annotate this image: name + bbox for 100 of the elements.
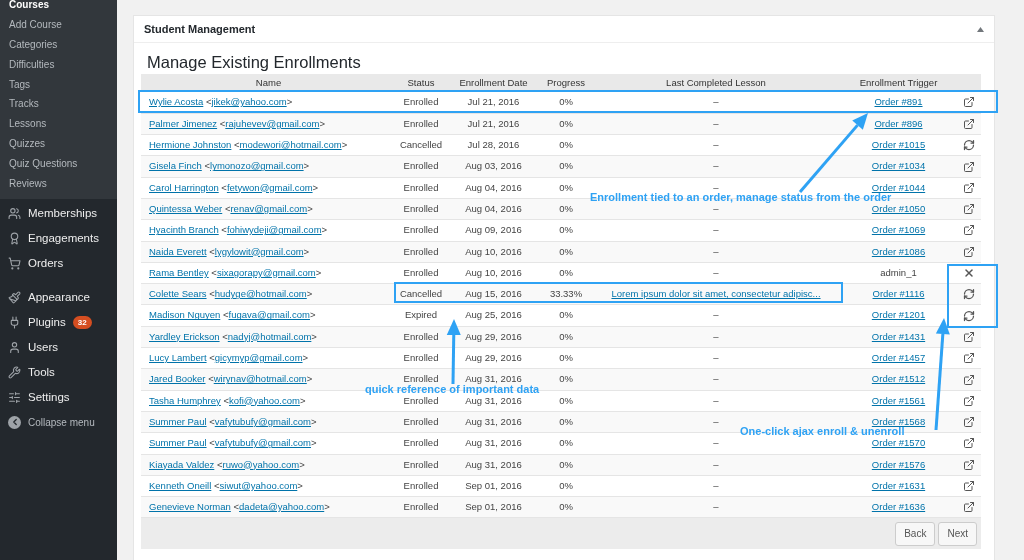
email-link[interactable]: renav@gmail.com: [230, 203, 308, 214]
external-link-icon[interactable]: [962, 330, 975, 343]
student-link[interactable]: Yardley Erickson: [149, 330, 220, 342]
submenu-item[interactable]: Quizzes: [0, 133, 117, 154]
submenu-item[interactable]: Difficulties: [0, 54, 117, 75]
menu-item[interactable]: Orders: [28, 254, 64, 273]
email-link[interactable]: siwut@yahoo.com: [219, 479, 298, 491]
caret-up-icon[interactable]: [977, 26, 984, 32]
external-link-icon[interactable]: [962, 416, 975, 429]
external-link-icon[interactable]: [962, 501, 975, 514]
external-link-icon[interactable]: [962, 224, 975, 237]
student-link[interactable]: Colette Sears: [149, 288, 207, 300]
external-link-icon[interactable]: [962, 480, 975, 492]
order-link[interactable]: Order #1050: [871, 203, 926, 214]
order-link[interactable]: Order #1576: [871, 458, 926, 470]
email-link[interactable]: kofi@yahoo.com: [229, 394, 300, 406]
student-link[interactable]: Palmer Jimenez: [149, 117, 218, 129]
sync-icon[interactable]: [962, 288, 975, 301]
lesson-link[interactable]: Lorem ipsum dolor sit amet, consectetur adipisc...: [611, 288, 821, 300]
student-link[interactable]: Rama Bentley: [149, 266, 209, 278]
order-link[interactable]: Order #1034: [871, 160, 926, 172]
student-link[interactable]: Gisela Finch: [149, 160, 202, 172]
student-link[interactable]: Kiayada Valdez: [149, 458, 215, 470]
order-link[interactable]: Order #1044: [871, 181, 926, 193]
order-link[interactable]: Order #1568: [871, 415, 926, 427]
menu-item[interactable]: Engagements: [28, 229, 99, 248]
email-link[interactable]: vafytubufy@gmail.com: [214, 415, 311, 427]
order-link[interactable]: Order #1069: [871, 224, 926, 236]
order-link[interactable]: Order #1457: [871, 352, 926, 364]
menu-item[interactable]: Tools: [28, 363, 55, 382]
order-link[interactable]: Order #1561: [871, 394, 926, 406]
email-link[interactable]: vafytubufy@gmail.com: [214, 437, 311, 449]
external-link-icon[interactable]: [962, 437, 975, 450]
email-link[interactable]: gicymyp@gmail.com: [214, 352, 303, 364]
menu-item[interactable]: Settings: [28, 388, 70, 407]
submenu-item[interactable]: Reviews: [0, 173, 117, 193]
order-link[interactable]: Order #1636: [871, 501, 926, 513]
submenu-item[interactable]: Tags: [0, 74, 117, 94]
student-link[interactable]: Wylie Acosta: [149, 96, 204, 108]
external-link-icon[interactable]: [962, 117, 975, 130]
order-link[interactable]: Order #1116: [872, 288, 925, 300]
student-link[interactable]: Carol Harrington: [149, 181, 219, 193]
email-link[interactable]: dadeta@yahoo.com: [239, 501, 325, 513]
student-link[interactable]: Hyacinth Branch: [149, 224, 219, 236]
email-link[interactable]: fugava@gmail.com: [228, 309, 310, 321]
pager-button[interactable]: Back: [895, 521, 936, 546]
menu-item[interactable]: Memberships: [28, 204, 98, 223]
external-link-icon[interactable]: [962, 96, 975, 109]
submenu-item[interactable]: Courses: [0, 0, 117, 15]
order-link[interactable]: Order #1201: [871, 309, 926, 321]
external-link-icon[interactable]: [962, 203, 975, 216]
close-icon[interactable]: [962, 267, 975, 279]
student-link[interactable]: Summer Paul: [149, 437, 207, 449]
email-link[interactable]: wirynav@hotmail.com: [213, 373, 307, 385]
order-link[interactable]: Order #1570: [871, 437, 926, 449]
email-link[interactable]: fetywon@gmail.com: [226, 181, 313, 193]
order-link[interactable]: Order #896: [874, 117, 923, 129]
email-link[interactable]: lygylowit@gmail.com: [214, 245, 304, 257]
sync-icon[interactable]: [962, 139, 975, 152]
student-link[interactable]: Jared Booker: [149, 373, 206, 385]
order-link[interactable]: Order #1015: [871, 139, 926, 151]
student-link[interactable]: Naida Everett: [149, 245, 207, 257]
pager-button[interactable]: Next: [938, 521, 977, 546]
order-link[interactable]: Order #1512: [871, 373, 926, 385]
submenu-item[interactable]: Tracks: [0, 94, 117, 114]
order-link[interactable]: Order #1431: [871, 330, 926, 342]
external-link-icon[interactable]: [962, 394, 975, 407]
sync-icon[interactable]: [962, 309, 975, 322]
collapse-menu-link[interactable]: Collapse menu: [28, 414, 95, 430]
order-link[interactable]: Order #1631: [871, 479, 926, 491]
email-link[interactable]: fohiwydeji@gmail.com: [226, 224, 322, 236]
submenu-item[interactable]: Categories: [0, 34, 117, 55]
student-link[interactable]: Quintessa Weber: [149, 203, 223, 214]
external-link-icon[interactable]: [962, 352, 975, 365]
email-link[interactable]: modewori@hotmail.com: [239, 139, 342, 151]
submenu-item[interactable]: Quiz Questions: [0, 153, 117, 174]
student-link[interactable]: Summer Paul: [149, 415, 207, 427]
email-link[interactable]: lymonozo@gmail.com: [210, 160, 304, 172]
email-link[interactable]: hudyge@hotmail.com: [214, 288, 307, 300]
email-link[interactable]: ruwo@yahoo.com: [222, 458, 300, 470]
order-link[interactable]: Order #1086: [871, 245, 926, 257]
menu-item[interactable]: Users: [28, 338, 59, 357]
student-link[interactable]: Genevieve Norman: [149, 501, 231, 513]
email-link[interactable]: nadyj@hotmail.com: [227, 330, 312, 342]
external-link-icon[interactable]: [962, 245, 975, 258]
submenu-item[interactable]: Lessons: [0, 113, 117, 134]
external-link-icon[interactable]: [962, 181, 975, 194]
student-link[interactable]: Tasha Humphrey: [149, 394, 221, 406]
order-link[interactable]: Order #891: [874, 96, 923, 108]
menu-item[interactable]: Plugins: [28, 313, 66, 332]
student-link[interactable]: Hermione Johnston: [149, 139, 232, 151]
student-link[interactable]: Madison Nguyen: [149, 309, 221, 321]
student-link[interactable]: Kenneth Oneill: [149, 479, 212, 491]
email-link[interactable]: sixagorapy@gmail.com: [216, 266, 316, 278]
email-link[interactable]: rajuhevev@gmail.com: [225, 117, 320, 129]
submenu-item[interactable]: Add Course: [0, 14, 117, 35]
menu-item[interactable]: Appearance: [28, 288, 91, 307]
email-link[interactable]: jikek@yahoo.com: [211, 96, 287, 108]
external-link-icon[interactable]: [962, 160, 975, 173]
external-link-icon[interactable]: [962, 373, 975, 386]
